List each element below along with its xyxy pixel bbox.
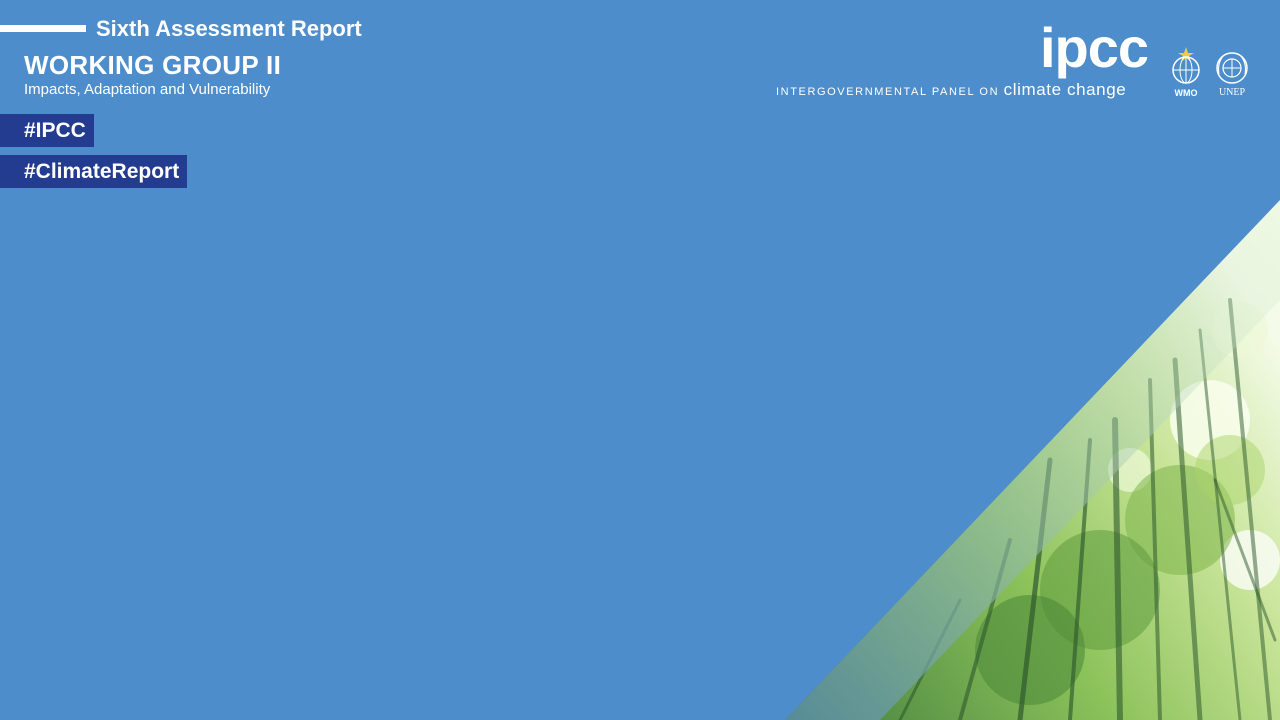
unep-emblem-icon xyxy=(1216,52,1248,84)
ipcc-full-name-climate-change: climate change xyxy=(1003,80,1127,99)
wmo-emblem-icon xyxy=(1172,47,1200,84)
wmo-logo: WMO xyxy=(1167,46,1205,98)
bamboo-forest-image xyxy=(785,200,1280,720)
unep-label: UNEP xyxy=(1218,87,1246,98)
working-group-subtitle: Impacts, Adaptation and Vulnerability xyxy=(24,81,271,98)
ipcc-full-name-prefix: INTERGOVERNMENTAL PANEL ON xyxy=(776,86,1000,98)
ipcc-full-name: INTERGOVERNMENTAL PANEL ON climate chang… xyxy=(776,80,1126,100)
header-accent-bar xyxy=(0,25,86,32)
hashtag-climate-report: #ClimateReport xyxy=(0,155,188,188)
unep-logo: UNEP xyxy=(1213,46,1251,98)
working-group-title: WORKING GROUP II xyxy=(24,50,282,80)
ipcc-logo: ipcc xyxy=(1040,16,1149,79)
report-title: Sixth Assessment Report xyxy=(96,16,362,41)
wmo-label: WMO xyxy=(1174,88,1198,98)
hashtag-ipcc: #IPCC xyxy=(0,114,94,147)
